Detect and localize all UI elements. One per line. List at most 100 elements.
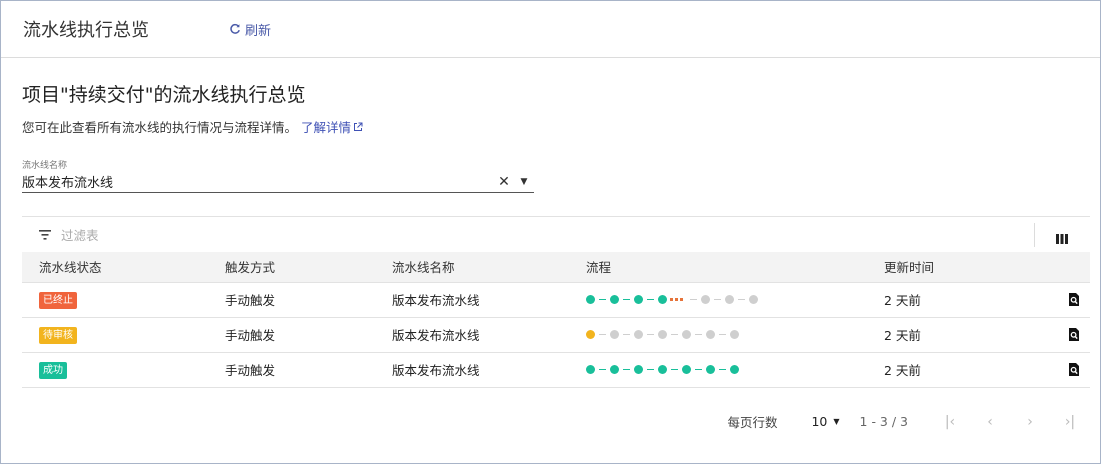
flow-step-pending[interactable] xyxy=(634,330,643,339)
table-header-row: 流水线状态 触发方式 流水线名称 流程 更新时间 xyxy=(22,252,1090,283)
column-settings-icon[interactable] xyxy=(1056,229,1068,248)
last-page-icon[interactable]: ›| xyxy=(1050,414,1090,430)
refresh-label: 刷新 xyxy=(245,23,272,39)
updated-cell: 2 天前 xyxy=(884,317,1054,353)
flow-step-pending[interactable] xyxy=(725,295,734,304)
flow-step-success[interactable] xyxy=(730,365,739,374)
table-row[interactable]: 待审核 手动触发 版本发布流水线 2 天前 xyxy=(22,317,1090,353)
table-toolbar: 过滤表 xyxy=(22,217,1090,252)
rows-per-page-value: 10 xyxy=(811,414,828,429)
column-header-flow[interactable]: 流程 xyxy=(586,252,884,283)
status-badge: 成功 xyxy=(39,361,67,379)
page-description: 您可在此查看所有流水线的执行情况与流程详情。 了解详情 xyxy=(22,117,1090,136)
flow-step-pending[interactable] xyxy=(749,295,758,304)
pipeline-name-value[interactable]: 版本发布流水线 xyxy=(22,172,494,191)
first-page-icon[interactable]: |‹ xyxy=(930,414,970,430)
table-filter-input[interactable]: 过滤表 xyxy=(61,225,99,244)
rows-per-page-select[interactable]: 10 ▼ xyxy=(811,414,839,429)
flow-step-pending[interactable] xyxy=(701,295,710,304)
flow-connector xyxy=(695,334,702,335)
dropdown-arrow-icon[interactable]: ▼ xyxy=(514,177,534,187)
flow-step-waiting[interactable] xyxy=(586,330,595,339)
previous-page-icon[interactable]: ‹ xyxy=(970,414,1010,430)
flow-step-success[interactable] xyxy=(586,295,595,304)
app-window: 流水线执行总览 刷新 项目"持续交付"的流水线执行总览 您可在此查看所有流水线的… xyxy=(0,0,1101,464)
flow-step-pending[interactable] xyxy=(706,330,715,339)
column-header-name[interactable]: 流水线名称 xyxy=(392,252,586,283)
flow-connector xyxy=(623,334,630,335)
flow-connector xyxy=(647,299,654,300)
flow-steps xyxy=(586,365,884,374)
pipeline-name-label: 流水线名称 xyxy=(22,161,68,171)
main-content: 项目"持续交付"的流水线执行总览 您可在此查看所有流水线的执行情况与流程详情。 … xyxy=(1,58,1100,440)
flow-connector xyxy=(719,334,726,335)
flow-step-success[interactable] xyxy=(658,365,667,374)
pipeline-name-cell: 版本发布流水线 xyxy=(392,317,586,353)
flow-connector xyxy=(647,369,654,370)
flow-cell xyxy=(586,282,884,318)
pipeline-name-select[interactable]: 流水线名称 版本发布流水线 ✕ ▼ xyxy=(22,158,534,193)
status-badge: 已终止 xyxy=(39,291,77,309)
trigger-cell: 手动触发 xyxy=(225,352,392,388)
flow-step-pending[interactable] xyxy=(730,330,739,339)
external-link-icon xyxy=(354,122,363,131)
flow-connector xyxy=(599,369,606,370)
flow-connector xyxy=(714,299,721,300)
refresh-button[interactable]: 刷新 xyxy=(229,20,271,39)
flow-step-pending[interactable] xyxy=(658,330,667,339)
updated-cell: 2 天前 xyxy=(884,352,1054,388)
flow-step-pending[interactable] xyxy=(610,330,619,339)
app-title: 流水线执行总览 xyxy=(23,20,149,41)
clear-icon[interactable]: ✕ xyxy=(494,174,514,190)
table-row[interactable]: 已终止 手动触发 版本发布流水线 2 天前 xyxy=(22,282,1090,318)
pipeline-name-input-row[interactable]: 版本发布流水线 ✕ ▼ xyxy=(22,171,534,193)
view-details-icon[interactable] xyxy=(1054,328,1090,341)
column-header-actions xyxy=(1054,252,1090,283)
column-header-updated[interactable]: 更新时间 xyxy=(884,252,1054,283)
learn-more-link[interactable]: 了解详情 xyxy=(301,117,363,136)
flow-step-success[interactable] xyxy=(634,365,643,374)
flow-step-pending[interactable] xyxy=(682,330,691,339)
flow-step-success[interactable] xyxy=(682,365,691,374)
rows-per-page-label: 每页行数 xyxy=(727,415,778,430)
flow-connector xyxy=(671,334,678,335)
column-header-status[interactable]: 流水线状态 xyxy=(22,252,225,283)
page-title: 项目"持续交付"的流水线执行总览 xyxy=(22,84,306,106)
next-page-icon[interactable]: › xyxy=(1010,414,1050,430)
filter-icon[interactable] xyxy=(39,229,51,240)
trigger-cell: 手动触发 xyxy=(225,317,392,353)
status-badge: 待审核 xyxy=(39,326,77,344)
top-bar: 流水线执行总览 刷新 xyxy=(1,1,1100,58)
status-cell: 已终止 xyxy=(22,282,225,318)
view-details-icon[interactable] xyxy=(1054,363,1090,376)
flow-connector xyxy=(695,369,702,370)
pagination: 每页行数 10 ▼ 1 - 3 / 3 |‹ ‹ › ›| xyxy=(22,404,1090,440)
flow-step-success[interactable] xyxy=(610,365,619,374)
chevron-down-icon: ▼ xyxy=(833,417,840,426)
status-cell: 成功 xyxy=(22,352,225,388)
pipeline-name-cell: 版本发布流水线 xyxy=(392,352,586,388)
flow-step-success[interactable] xyxy=(610,295,619,304)
trigger-cell: 手动触发 xyxy=(225,282,392,318)
flow-step-success[interactable] xyxy=(658,295,667,304)
flow-connector xyxy=(599,299,606,300)
flow-steps xyxy=(586,330,884,339)
flow-step-success[interactable] xyxy=(706,365,715,374)
column-header-trigger[interactable]: 触发方式 xyxy=(225,252,392,283)
learn-more-label: 了解详情 xyxy=(301,120,352,135)
table-row[interactable]: 成功 手动触发 版本发布流水线 2 天前 xyxy=(22,352,1090,388)
view-details-icon[interactable] xyxy=(1054,293,1090,306)
flow-step-success[interactable] xyxy=(634,295,643,304)
pipeline-table-grid: 流水线状态 触发方式 流水线名称 流程 更新时间 已终止 手动触发 版本发布流水… xyxy=(22,252,1090,388)
pipeline-table: 过滤表 流水线状态 触发方式 流水线名称 流程 更新时间 已终止 手动触发 版本… xyxy=(22,216,1090,440)
flow-connector xyxy=(690,299,697,300)
flow-connector xyxy=(719,369,726,370)
flow-connector xyxy=(599,334,606,335)
refresh-icon xyxy=(230,23,240,34)
flow-step-success[interactable] xyxy=(586,365,595,374)
flow-cell xyxy=(586,352,884,388)
flow-cell xyxy=(586,317,884,353)
actions-cell xyxy=(1054,352,1090,388)
actions-cell xyxy=(1054,282,1090,318)
actions-cell xyxy=(1054,317,1090,353)
